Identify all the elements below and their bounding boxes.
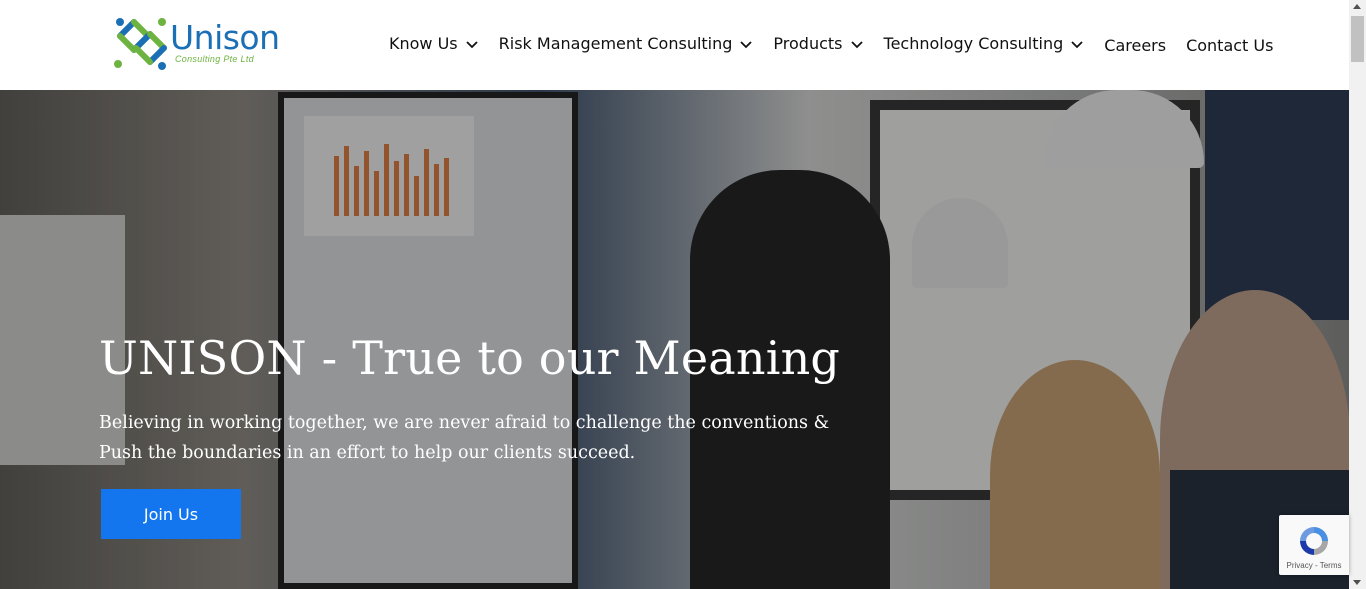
nav-item-careers[interactable]: Careers — [1104, 36, 1166, 55]
nav-item-contact-us[interactable]: Contact Us — [1186, 36, 1273, 55]
site-logo[interactable]: Unison Consulting Pte Ltd — [112, 14, 282, 72]
logo-wordmark: Unison — [170, 18, 280, 57]
logo-tagline: Consulting Pte Ltd — [175, 54, 254, 64]
chevron-down-icon — [1071, 41, 1083, 49]
hero-description-line: Push the boundaries in an effort to help… — [99, 443, 636, 463]
main-nav: Know Us Risk Management Consulting Produ… — [389, 30, 1293, 56]
hero-title: UNISON - True to our Meaning — [99, 331, 841, 385]
nav-item-products[interactable]: Products — [773, 34, 863, 53]
nav-item-label: Risk Management Consulting — [498, 33, 733, 53]
nav-item-label: Contact Us — [1186, 36, 1274, 55]
scrollbar-thumb[interactable] — [1351, 16, 1364, 62]
recaptcha-icon — [1300, 527, 1328, 555]
logo-mark-icon — [114, 18, 167, 70]
chevron-down-icon — [466, 41, 478, 49]
nav-item-label: Technology Consulting — [883, 33, 1064, 53]
page-scrollbar[interactable] — [1349, 0, 1366, 589]
hero-description-line: Believing in working together, we are ne… — [99, 413, 830, 433]
site-header: Unison Consulting Pte Ltd Know Us Risk M… — [0, 0, 1349, 90]
nav-item-label: Know Us — [389, 33, 458, 53]
nav-item-technology-consulting[interactable]: Technology Consulting — [884, 34, 1085, 53]
recaptcha-links[interactable]: Privacy - Terms — [1279, 561, 1349, 570]
nav-item-label: Careers — [1104, 36, 1167, 55]
nav-item-know-us[interactable]: Know Us — [389, 34, 479, 53]
nav-item-label: Products — [773, 33, 843, 53]
chevron-down-icon — [850, 41, 863, 49]
hero-description: Believing in working together, we are ne… — [99, 408, 830, 468]
scroll-down-arrow-icon[interactable] — [1353, 580, 1361, 585]
recaptcha-badge[interactable]: Privacy - Terms — [1279, 515, 1349, 575]
join-us-button[interactable]: Join Us — [101, 489, 241, 539]
scroll-up-arrow-icon[interactable] — [1353, 4, 1361, 9]
chevron-down-icon — [740, 41, 753, 49]
hero-banner: UNISON - True to our Meaning Believing i… — [0, 90, 1349, 589]
nav-item-risk-management-consulting[interactable]: Risk Management Consulting — [499, 34, 754, 53]
